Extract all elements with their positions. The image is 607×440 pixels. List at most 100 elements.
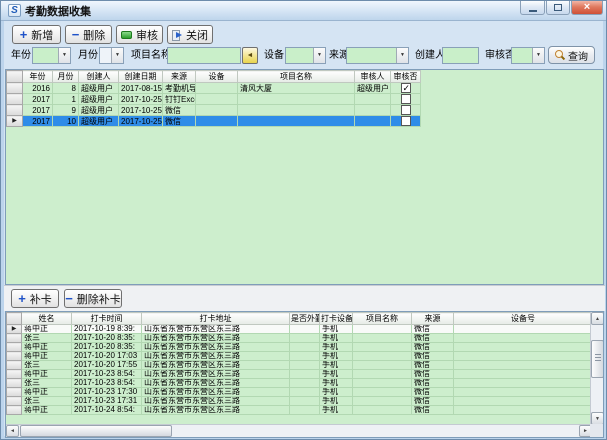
cell[interactable]: 2017-10-20 8:35: [72,343,142,352]
cell[interactable]: 张三 [22,379,72,388]
cell[interactable]: 手机 [320,406,353,415]
attendance-batch-grid[interactable]: 年份月份创建人创建日期来源设备项目名称审核人审核否 20168超级用户2017-… [5,69,604,285]
cell[interactable]: 2017-10-20 17:03 [72,352,142,361]
cell[interactable]: 超级用户 [79,105,119,116]
cell[interactable]: 蒋中正 [22,406,72,415]
cell[interactable] [290,397,320,406]
cell[interactable] [353,325,412,334]
minimize-button[interactable] [520,1,545,15]
year-combo[interactable]: ▼ [32,47,71,64]
cell[interactable]: 蒋中正 [22,325,72,334]
row-indicator[interactable] [7,379,22,388]
device-combo[interactable]: ▼ [285,47,326,64]
column-header[interactable]: 打卡设备 [320,313,353,325]
cell[interactable]: 山东省东营市东营区东三路 [142,406,290,415]
audited-combo[interactable]: ▼ [511,47,545,64]
cell[interactable]: 山东省东营市东营区东三路 [142,334,290,343]
column-header[interactable]: 创建人 [79,71,119,83]
cell-audited[interactable] [391,94,421,105]
cell[interactable]: 超级用户 [79,94,119,105]
cell[interactable] [353,361,412,370]
cell[interactable] [454,379,593,388]
delete-button[interactable]: − 删除 [65,25,112,44]
cell[interactable]: 蒋中正 [22,343,72,352]
column-header[interactable]: 是否外勤 [290,313,320,325]
cell[interactable]: 蒋中正 [22,370,72,379]
row-indicator[interactable] [7,370,22,379]
cell[interactable]: 微信 [412,370,454,379]
cell[interactable] [454,370,593,379]
cell[interactable]: 2017-10-19 8:39: [72,325,142,334]
close-button[interactable]: × [571,1,603,15]
cell[interactable]: 手机 [320,379,353,388]
row-indicator[interactable] [7,406,22,415]
cell[interactable]: 2017 [23,105,53,116]
row-indicator[interactable] [7,94,23,105]
cell[interactable] [454,343,593,352]
cell[interactable] [290,325,320,334]
close-window-button[interactable]: 关闭 [167,25,213,44]
cell[interactable]: 蒋中正 [22,352,72,361]
cell[interactable]: 8 [53,83,79,94]
table-row[interactable]: 蒋中正2017-10-20 17:03山东省东营市东营区东三路手机微信 [7,352,593,361]
column-header[interactable]: 年份 [23,71,53,83]
vertical-scrollbar[interactable]: ▲ ▼ [590,312,603,425]
cell[interactable]: 2017-10-23 17:30 [72,388,142,397]
cell[interactable] [290,370,320,379]
cell[interactable]: 10 [53,116,79,127]
cell[interactable]: 清风大厦 [238,83,355,94]
table-row[interactable]: 张三2017-10-23 8:54:山东省东营市东营区东三路手机微信 [7,379,593,388]
cell[interactable]: 微信 [412,406,454,415]
column-header[interactable]: 项目名称 [238,71,355,83]
cell[interactable] [353,334,412,343]
cell[interactable]: 2017-10-23 8:54: [72,379,142,388]
cell[interactable]: 2017-10-25 [119,105,163,116]
table-row[interactable]: 蒋中正2017-10-23 8:54:山东省东营市东营区东三路手机微信 [7,370,593,379]
column-header[interactable]: 创建日期 [119,71,163,83]
row-indicator[interactable] [7,83,23,94]
new-button[interactable]: + 新增 [12,25,61,44]
column-header[interactable]: 月份 [53,71,79,83]
table-row[interactable]: ▶201710超级用户2017-10-25微信 [7,116,421,127]
cell[interactable] [355,94,391,105]
creator-input[interactable] [442,47,479,64]
cell[interactable] [454,397,593,406]
cell[interactable]: 手机 [320,325,353,334]
cell[interactable]: 微信 [163,116,196,127]
table-row[interactable]: 蒋中正2017-10-24 8:54:山东省东营市东营区东三路手机微信 [7,406,593,415]
cell[interactable] [196,116,238,127]
cell[interactable]: 微信 [412,334,454,343]
cell[interactable]: 山东省东营市东营区东三路 [142,361,290,370]
cell[interactable]: 张三 [22,334,72,343]
cell[interactable]: 微信 [412,397,454,406]
column-header[interactable]: 来源 [163,71,196,83]
cell[interactable]: 山东省东营市东营区东三路 [142,343,290,352]
cell[interactable]: 2016 [23,83,53,94]
table-row[interactable]: 20168超级用户2017-08-15考勤机导出清风大厦超级用户 [7,83,421,94]
cell[interactable]: 9 [53,105,79,116]
cell[interactable]: 微信 [412,352,454,361]
chevron-down-icon[interactable]: ▼ [313,48,325,63]
cell[interactable]: 钉钉Excel [163,94,196,105]
cell[interactable]: 蒋中正 [22,388,72,397]
cell-audited[interactable] [391,116,421,127]
cell[interactable] [196,83,238,94]
row-indicator[interactable] [7,334,22,343]
column-header[interactable]: 审核否 [391,71,421,83]
column-header[interactable]: 审核人 [355,71,391,83]
chevron-down-icon[interactable]: ▼ [532,48,544,63]
cell[interactable] [355,116,391,127]
cell[interactable]: 1 [53,94,79,105]
checkbox[interactable] [401,116,411,126]
horizontal-scrollbar[interactable]: ◄ ► [6,424,592,437]
cell[interactable] [290,379,320,388]
cell[interactable] [238,105,355,116]
month-combo[interactable]: ▼ [99,47,124,64]
table-row[interactable]: ▶蒋中正2017-10-19 8:39:山东省东营市东营区东三路手机微信 [7,325,593,334]
cell[interactable]: 微信 [412,325,454,334]
row-indicator[interactable]: ▶ [7,116,23,127]
column-header[interactable]: 打卡地址 [142,313,290,325]
table-row[interactable]: 20171超级用户2017-10-25钉钉Excel [7,94,421,105]
chevron-down-icon[interactable]: ▼ [396,48,408,63]
cell-audited[interactable] [391,83,421,94]
